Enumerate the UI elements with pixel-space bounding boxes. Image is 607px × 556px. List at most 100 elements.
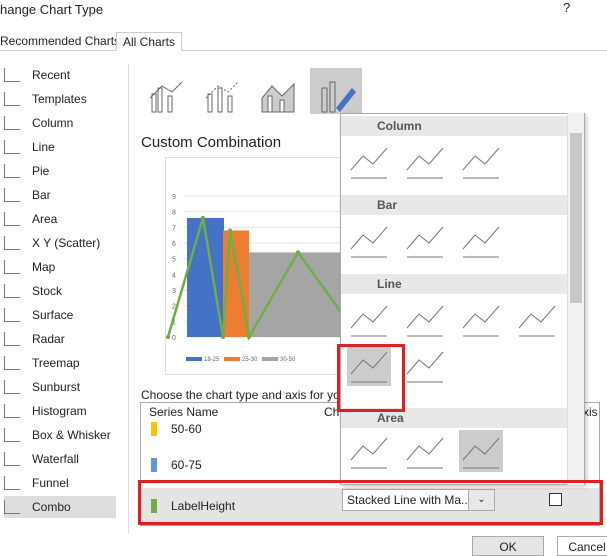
clustered-column-icon[interactable] [347,140,391,182]
clustered-column-line-icon[interactable] [144,68,188,114]
custom-combination-icon[interactable] [310,68,362,114]
line-marker [296,250,300,255]
group-column: Column [341,116,569,136]
chart-type-icon [4,452,20,466]
sidebar-item-x-y-scatter-[interactable]: X Y (Scatter) [4,232,116,254]
chart-type-select[interactable]: Stacked Line with Ma... ⌄ [342,489,495,511]
sidebar-item-histogram[interactable]: Histogram [4,400,116,422]
stacked-area-column-icon[interactable] [256,68,300,114]
dropdown-scrollbar[interactable] [567,113,584,485]
sidebar-item-box-whisker[interactable]: Box & Whisker [4,424,116,446]
100-stacked-bar-icon[interactable] [459,219,503,261]
clustered-column-line-secondary-icon[interactable] [200,68,244,114]
chart-type-value: Stacked Line with Ma... [347,493,468,507]
stacked-line-with-markers-icon[interactable] [347,344,391,386]
sidebar-item-label: Pie [32,164,50,178]
legend-swatch [186,357,202,361]
line-marker [247,335,251,339]
tab-all-charts[interactable]: All Charts [116,32,183,51]
chart-type-icon [4,404,20,418]
sidebar-item-area[interactable]: Area [4,208,116,230]
sidebar-item-label: X Y (Scatter) [32,236,101,250]
stacked-line-icon[interactable] [403,298,447,340]
sidebar-item-map[interactable]: Map [4,256,116,278]
y-tick-label: 5 [172,257,176,264]
sidebar-item-label: Surface [32,308,74,322]
sidebar-item-recent[interactable]: Recent [4,64,116,86]
series-name: 60-75 [171,458,202,472]
sidebar-item-stock[interactable]: Stock [4,280,116,302]
page-title: Custom Combination [141,134,282,151]
100-stacked-line-with-markers-icon[interactable] [403,344,447,386]
sidebar-item-label: Radar [32,332,65,346]
sidebar-item-label: Stock [32,284,63,298]
sidebar-item-templates[interactable]: Templates [4,88,116,110]
sidebar-item-funnel[interactable]: Funnel [4,472,116,494]
chart-type-icon [4,476,20,490]
y-tick-label: 4 [172,272,176,279]
chart-type-icon [4,140,20,154]
help-button[interactable]: ? [563,0,570,15]
legend-label: 30-50 [280,357,296,363]
y-tick-label: 0 [172,335,176,342]
group-area: Area [341,408,569,428]
clustered-bar-icon[interactable] [347,219,391,261]
sidebar-item-surface[interactable]: Surface [4,304,116,326]
col-chart-type: Ch [324,405,340,419]
chart-type-icon [4,428,20,442]
chart-type-icon [4,356,20,370]
chevron-down-icon[interactable]: ⌄ [468,490,494,510]
sidebar-item-combo[interactable]: Combo [4,496,116,518]
chart-type-dropdown: Column Bar Line Area [340,113,585,485]
sidebar-item-sunburst[interactable]: Sunburst [4,376,116,398]
sidebar-item-treemap[interactable]: Treemap [4,352,116,374]
stacked-column-icon[interactable] [403,140,447,182]
sidebar-item-label: Line [32,140,55,154]
chart-type-icon [4,68,20,82]
stacked-bar-icon[interactable] [403,219,447,261]
secondary-axis-checkbox[interactable] [549,493,562,506]
sidebar-item-radar[interactable]: Radar [4,328,116,350]
100-stacked-column-icon[interactable] [459,140,503,182]
chart-type-icon [4,188,20,202]
tab-recommended-charts[interactable]: Recommended Charts [0,32,126,51]
line-marker [166,335,170,339]
line-marker [228,228,232,233]
ok-button[interactable]: OK [472,536,544,556]
line-marker [201,215,205,220]
y-tick-label: 6 [172,241,176,248]
chart-type-icon [4,236,20,250]
100-stacked-area-icon[interactable] [459,430,503,472]
dialog-title: hange Chart Type [0,2,104,17]
sidebar-item-label: Combo [32,500,71,514]
sidebar-item-bar[interactable]: Bar [4,184,116,206]
sidebar-item-waterfall[interactable]: Waterfall [4,448,116,470]
line-with-markers-icon[interactable] [515,298,559,340]
group-line: Line [341,274,569,294]
cancel-button[interactable]: Cancel [557,536,607,556]
sidebar-item-line[interactable]: Line [4,136,116,158]
chart-type-icon [4,308,20,322]
chart-type-icon [4,92,20,106]
legend-swatch [262,357,278,361]
scroll-thumb[interactable] [570,133,582,303]
chart-type-icon [4,332,20,346]
100-stacked-line-icon[interactable] [459,298,503,340]
sidebar-item-label: Bar [32,188,51,202]
series-color-swatch [151,422,157,436]
sidebar-item-pie[interactable]: Pie [4,160,116,182]
legend-swatch [224,357,240,361]
line-icon[interactable] [347,298,391,340]
sidebar-item-column[interactable]: Column [4,112,116,134]
line-marker [221,335,225,339]
sidebar-item-label: Sunburst [32,380,81,394]
chart-type-icon [4,500,20,514]
col-series-name: Series Name [149,405,219,419]
stacked-area-icon[interactable] [403,430,447,472]
y-tick-label: 7 [172,225,176,232]
area-icon[interactable] [347,430,391,472]
sidebar-item-label: Column [32,116,74,130]
chart-type-icon [4,380,20,394]
series-name: 50-60 [171,422,202,436]
tab-bar: Recommended Charts All Charts [0,32,607,51]
